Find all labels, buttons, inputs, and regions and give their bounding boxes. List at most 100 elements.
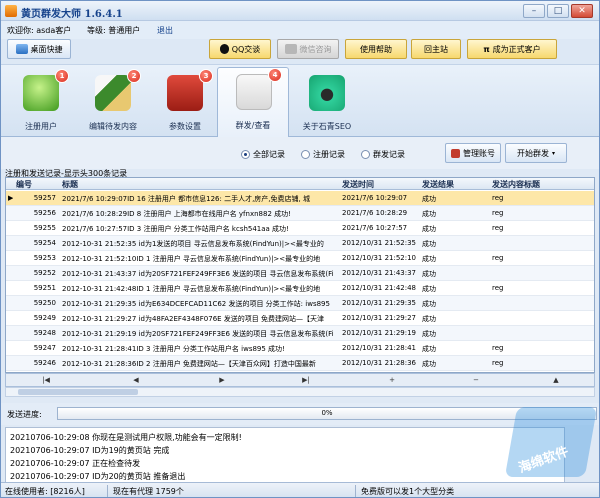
logout-link[interactable]: 退出 — [157, 25, 173, 36]
tab-label: 注册用户 — [25, 122, 57, 131]
table-row[interactable]: 59253 2012-10-31 21:52:10ID 1 注册用户 寻云信息发布… — [6, 251, 594, 266]
wechat-consult-label: 微信咨询 — [299, 44, 332, 54]
table-cell: reg — [492, 344, 504, 352]
table-cell: reg — [492, 359, 504, 367]
table-cell: reg — [492, 284, 504, 292]
table-cell: 成功 — [422, 300, 436, 308]
table-cell: 59254 — [33, 239, 56, 247]
table-row[interactable]: 59252 2012-10-31 21:43:37 id为20SF721FEF24… — [6, 266, 594, 281]
table-cell: 59255 — [33, 224, 56, 232]
desktop-shortcut-label: 桌面快捷 — [30, 44, 63, 54]
add-record-button[interactable]: + — [362, 375, 422, 385]
welcome-text: 欢迎你: asda客户 — [7, 26, 72, 35]
table-cell: 2021/7/6 10:27:57ID 3 注册用户 分类工作站用户名 kcsh… — [62, 225, 289, 233]
desktop-shortcut-button[interactable]: 桌面快捷 — [7, 39, 71, 59]
app-icon — [5, 5, 17, 17]
upgrade-label: 成为正式客户 — [492, 44, 541, 54]
start-publish-label: 开始群发 — [516, 148, 549, 158]
progress-label: 发送进度: — [7, 410, 42, 419]
table-cell: 2012/10/31 21:52:10 — [342, 254, 417, 262]
table-cell: 59252 — [33, 269, 56, 277]
table-cell: reg — [492, 224, 504, 232]
tab-register-user[interactable]: 1 注册用户 — [5, 69, 77, 135]
help-label: 使用帮助 — [360, 44, 392, 54]
column-header[interactable]: 发送结果 — [422, 179, 454, 190]
column-header[interactable]: 发送内容标题 — [492, 179, 540, 190]
tab-label: 关于石青SEO — [302, 122, 352, 131]
desktop-icon — [15, 44, 28, 54]
radio-publish-records[interactable]: 群发记录 — [361, 149, 405, 160]
table-cell: 2012-10-31 21:29:35 id为E634DCEFCAD11C62 … — [62, 300, 330, 308]
table-cell: 成功 — [422, 210, 436, 218]
edit-record-button[interactable]: ▲ — [526, 375, 586, 385]
close-button[interactable]: ✕ — [571, 4, 593, 18]
log-line: 20210706-10:29:07 正在检查待发 — [10, 459, 141, 468]
tab-label: 参数设置 — [169, 122, 201, 131]
radio-icon — [301, 150, 310, 159]
column-header[interactable]: 标题 — [62, 179, 78, 190]
manage-icon — [451, 148, 460, 158]
upgrade-button[interactable]: π 成为正式客户 — [467, 39, 557, 59]
radio-all-records[interactable]: 全部记录 — [241, 149, 285, 160]
table-cell: 59248 — [33, 329, 56, 337]
table-row[interactable]: 59246 2012-10-31 21:28:36ID 2 注册用户 免费建网站—… — [6, 356, 594, 371]
table-cell: 成功 — [422, 345, 436, 353]
table-cell: 2012/10/31 21:29:19 — [342, 329, 417, 337]
pi-icon: π — [483, 44, 490, 54]
manage-account-button[interactable]: 管理账号 — [445, 143, 501, 163]
log-output[interactable]: 20210706-10:29:08 你现在是测试用户权限,功能会有一定限制! 2… — [5, 427, 565, 483]
main-site-button[interactable]: 回主站 — [411, 39, 461, 59]
user-icon — [23, 75, 59, 111]
column-header[interactable]: 发送时间 — [342, 179, 374, 190]
table-cell: 2012/10/31 21:28:36 — [342, 359, 417, 367]
start-publish-button[interactable]: 开始群发 ▾ — [505, 143, 567, 163]
table-cell: 成功 — [422, 360, 436, 368]
title-bar: 黄页群发大师 1.6.4.1 – □ ✕ — [1, 1, 599, 21]
first-record-button[interactable]: |◀ — [16, 375, 76, 385]
minimize-button[interactable]: – — [523, 4, 545, 18]
table-cell: 成功 — [422, 330, 436, 338]
table-row[interactable]: 59248 2012-10-31 21:29:19 id为20SF721FEF24… — [6, 326, 594, 341]
horizontal-scrollbar[interactable] — [5, 387, 595, 397]
table-row[interactable]: 59251 2012-10-31 21:42:48ID 1 注册用户 寻云信息发布… — [6, 281, 594, 296]
table-row[interactable]: 59250 2012-10-31 21:29:35 id为E634DCEFCAD1… — [6, 296, 594, 311]
next-record-button[interactable]: ▶ — [192, 375, 252, 385]
records-table[interactable]: 编号 标题 发送时间 发送结果 发送内容标题 ▶ 59257 2021/7/6 10… — [5, 177, 595, 373]
log-line: 20210706-10:29:07 ID为19的黄页站 完成 — [10, 446, 170, 455]
table-row[interactable]: 59247 2012-10-31 21:28:41ID 3 注册用户 分类工作站用… — [6, 341, 594, 356]
table-cell: 59246 — [33, 359, 56, 367]
table-row[interactable]: 59256 2021/7/6 10:28:29ID 8 注册用户 上海都市在线用户… — [6, 206, 594, 221]
table-cell: 59257 — [33, 194, 56, 202]
tab-about[interactable]: 关于石青SEO — [291, 69, 363, 135]
delete-record-button[interactable]: − — [446, 375, 506, 385]
prev-record-button[interactable]: ◀ — [106, 375, 166, 385]
table-cell: 成功 — [422, 240, 436, 248]
table-cell: 59249 — [33, 314, 56, 322]
record-navigator: |◀ ◀ ▶ ▶| + − ▲ — [5, 373, 595, 387]
wechat-consult-button[interactable]: 微信咨询 — [277, 39, 339, 59]
last-record-button[interactable]: ▶| — [276, 375, 336, 385]
scroll-thumb[interactable] — [18, 389, 138, 395]
column-header[interactable]: 编号 — [16, 179, 32, 190]
table-row[interactable]: 59255 2021/7/6 10:27:57ID 3 注册用户 分类工作站用户名… — [6, 221, 594, 236]
maximize-button[interactable]: □ — [547, 4, 569, 18]
tab-number-badge: 2 — [127, 69, 141, 83]
table-row[interactable]: ▶ 59257 2021/7/6 10:29:07ID 16 注册用户 都市信息12… — [6, 191, 594, 206]
table-cell: 成功 — [422, 270, 436, 278]
table-cell: reg — [492, 194, 504, 202]
table-cell: 2012/10/31 21:29:27 — [342, 314, 417, 322]
tab-edit-content[interactable]: 2 编辑待发内容 — [77, 69, 149, 135]
radio-register-records[interactable]: 注册记录 — [301, 149, 345, 160]
table-row[interactable]: 59254 2012-10-31 21:52:35 id为1发送的项目 寻云信息发… — [6, 236, 594, 251]
log-line: 20210706-10:29:08 你现在是测试用户权限,功能会有一定限制! — [10, 433, 242, 442]
qq-chat-button[interactable]: QQ交谈 — [209, 39, 271, 59]
camera-icon — [309, 75, 345, 111]
table-row[interactable]: 59249 2012-10-31 21:29:27 id为48FA2EF4348F… — [6, 311, 594, 326]
tab-publish-view[interactable]: 4 群发/查看 — [217, 67, 289, 137]
tab-number-badge: 1 — [55, 69, 69, 83]
help-button[interactable]: 使用帮助 — [345, 39, 407, 59]
tab-settings[interactable]: 3 参数设置 — [149, 69, 221, 135]
table-cell: 2012/10/31 21:43:37 — [342, 269, 417, 277]
radio-label: 注册记录 — [313, 150, 345, 159]
radio-label: 群发记录 — [373, 150, 405, 159]
